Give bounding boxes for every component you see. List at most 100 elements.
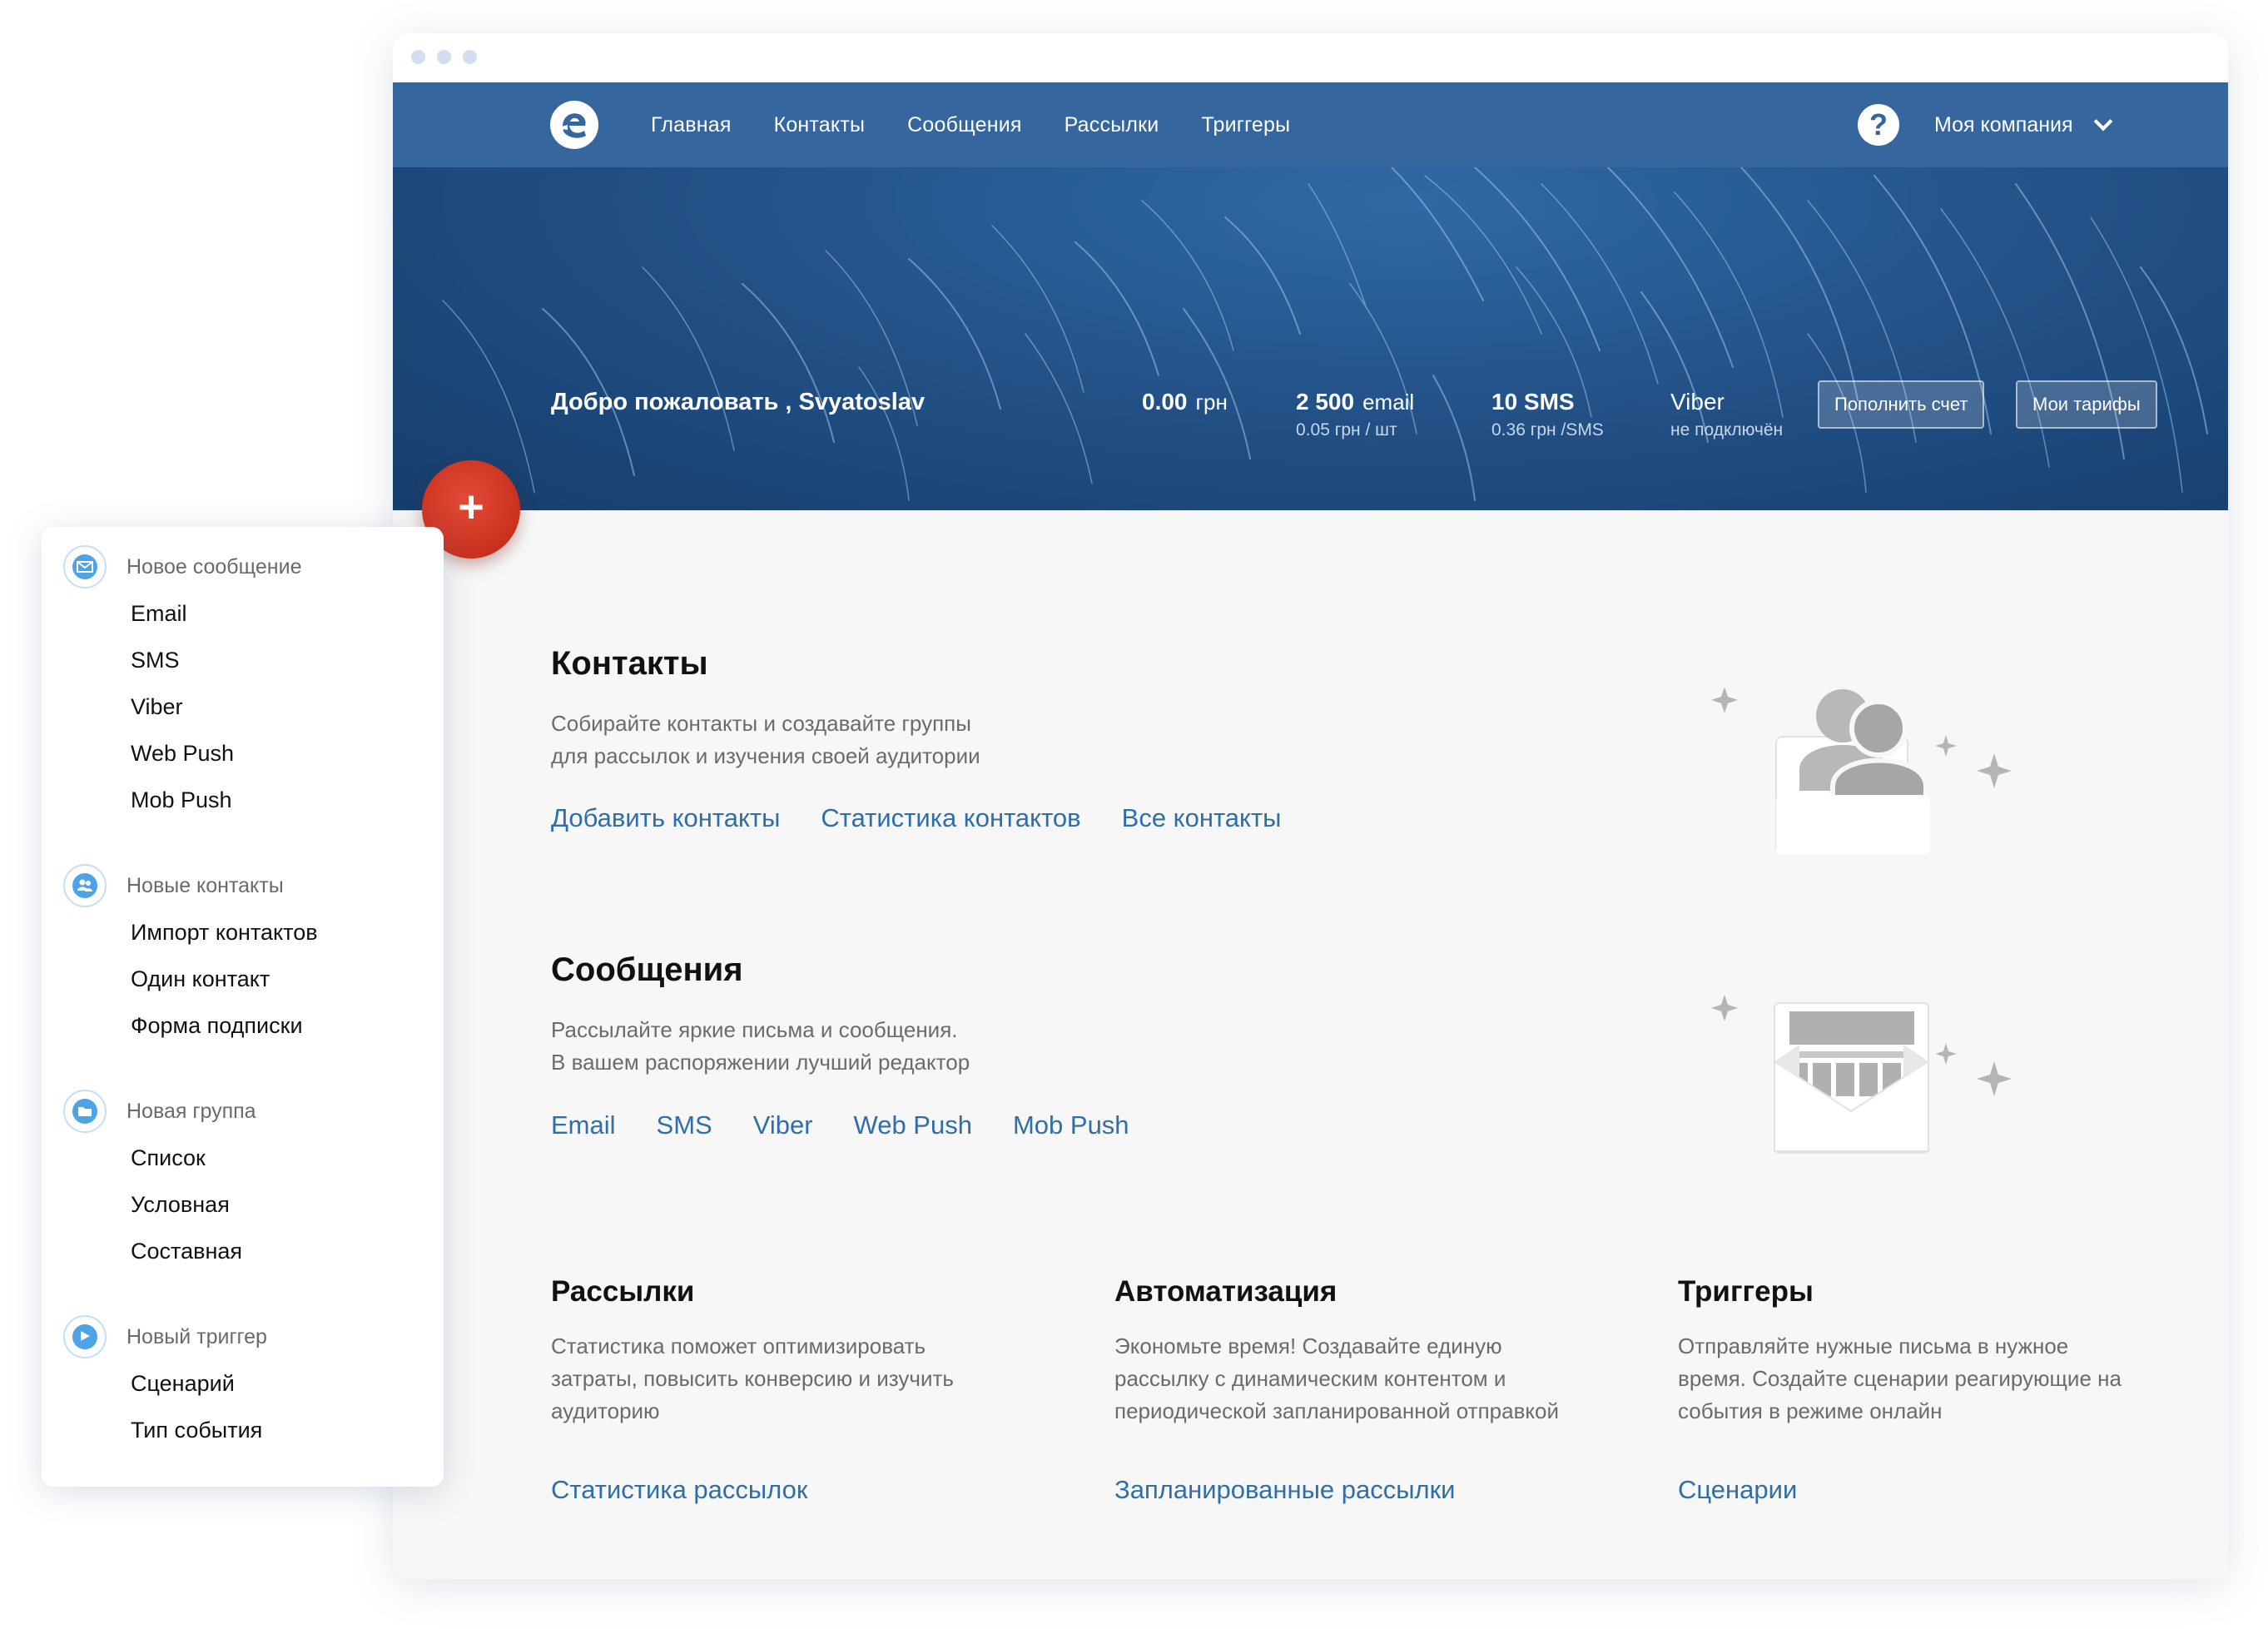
tariffs-button[interactable]: Мои тарифы [2016, 380, 2157, 429]
menu-item-single-contact[interactable]: Один контакт [131, 956, 444, 1002]
company-dropdown[interactable]: Моя компания [1934, 82, 2112, 167]
sms-stat: 10 SMS 0.36 грн /SMS [1491, 389, 1604, 440]
company-label: Моя компания [1934, 112, 2073, 137]
menu-group-contacts: Новые контакты Импорт контактов Один кон… [42, 862, 444, 1049]
campaigns-links: Статистика рассылок [551, 1475, 807, 1505]
email-unit: email [1362, 390, 1415, 415]
messages-desc-line: Рассылайте яркие письма и сообщения. [551, 1017, 958, 1042]
window-dot[interactable] [463, 50, 477, 64]
menu-item-mobpush[interactable]: Mob Push [131, 777, 444, 823]
window-dot[interactable] [411, 50, 425, 64]
contacts-title: Контакты [551, 645, 708, 682]
email-count: 2 500 [1296, 389, 1355, 415]
campaigns-title: Рассылки [551, 1275, 695, 1308]
triggers-description: Отправляйте нужные письма в нужное время… [1678, 1330, 2122, 1428]
campaigns-desc-line: аудиторию [551, 1398, 660, 1423]
menu-group-trigger: Новый триггер Сценарий Тип события [42, 1314, 444, 1453]
menu-group-header[interactable]: Новые контакты [42, 862, 444, 909]
hero-banner: Добро пожаловать , Svyatoslav 0.00 грн 2 … [393, 167, 2228, 510]
contacts-desc-line: для рассылок и изучения своей аудитории [551, 743, 980, 768]
users-icon [63, 864, 107, 907]
contacts-desc-line: Собирайте контакты и создавайте группы [551, 711, 971, 736]
campaign-stats-link[interactable]: Статистика рассылок [551, 1475, 807, 1505]
message-viber-link[interactable]: Viber [753, 1110, 813, 1140]
scenarios-link[interactable]: Сценарии [1678, 1475, 1797, 1505]
menu-group-message: Новое сообщение Email SMS Viber Web Push… [42, 544, 444, 823]
automation-title: Автоматизация [1114, 1275, 1337, 1308]
automation-links: Запланированные рассылки [1114, 1475, 1455, 1505]
sms-price: 0.36 грн /SMS [1491, 420, 1604, 440]
messages-title: Сообщения [551, 951, 743, 988]
balance-stat: 0.00 грн [1142, 389, 1228, 415]
email-price: 0.05 грн / шт [1296, 420, 1397, 440]
folder-icon [63, 1090, 107, 1133]
messages-desc-line: В вашем распоряжении лучший редактор [551, 1050, 970, 1075]
menu-group-header[interactable]: Новая группа [42, 1088, 444, 1135]
envelope-illustration-icon [1711, 995, 2012, 1154]
logo-icon[interactable] [549, 100, 599, 150]
menu-item-subscribe-form[interactable]: Форма подписки [131, 1002, 444, 1049]
nav-messages[interactable]: Сообщения [907, 113, 1021, 137]
chevron-down-icon [2093, 112, 2112, 132]
campaigns-desc-line: затраты, повысить конверсию и изучить [551, 1366, 954, 1391]
topup-button[interactable]: Пополнить счет [1818, 380, 1985, 429]
menu-item-viber[interactable]: Viber [131, 683, 444, 730]
contacts-stats-link[interactable]: Статистика контактов [821, 803, 1080, 833]
window-controls [411, 50, 477, 64]
menu-item-event-type[interactable]: Тип события [131, 1407, 444, 1453]
nav-home[interactable]: Главная [651, 113, 732, 137]
menu-group-label: Новое сообщение [127, 554, 302, 579]
menu-item-conditional[interactable]: Условная [131, 1181, 444, 1228]
email-stat: 2 500 email 0.05 грн / шт [1296, 389, 1414, 440]
nav-campaigns[interactable]: Рассылки [1065, 113, 1159, 137]
automation-desc-line: рассылку с динамическим контентом и [1114, 1366, 1506, 1391]
flag-icon [63, 1315, 107, 1358]
campaigns-desc-line: Статистика поможет оптимизировать [551, 1333, 926, 1358]
nav-contacts[interactable]: Контакты [774, 113, 866, 137]
menu-item-sms[interactable]: SMS [131, 637, 444, 683]
star-trails-background [442, 167, 2208, 501]
top-navbar: Главная Контакты Сообщения Рассылки Триг… [393, 82, 2228, 167]
add-contacts-link[interactable]: Добавить контакты [551, 803, 780, 833]
triggers-title: Триггеры [1678, 1275, 1814, 1308]
contacts-links: Добавить контакты Статистика контактов В… [551, 803, 1281, 833]
viber-status: не подключён [1670, 420, 1784, 440]
scheduled-campaigns-link[interactable]: Запланированные рассылки [1114, 1475, 1455, 1505]
menu-item-composite[interactable]: Составная [131, 1228, 444, 1274]
balance-unit: грн [1195, 390, 1228, 415]
main-nav: Главная Контакты Сообщения Рассылки Триг… [651, 82, 1290, 167]
messages-description: Рассылайте яркие письма и сообщения. В в… [551, 1014, 970, 1079]
automation-desc-line: периодической запланированной отправкой [1114, 1398, 1560, 1423]
window-titlebar [393, 33, 2228, 82]
menu-group-header[interactable]: Новое сообщение [42, 544, 444, 590]
viber-stat: Viber не подключён [1670, 389, 1783, 440]
envelope-icon [63, 545, 107, 589]
triggers-desc-line: Отправляйте нужные письма в нужное [1678, 1333, 2069, 1358]
menu-group-label: Новая группа [127, 1099, 256, 1123]
message-sms-link[interactable]: SMS [657, 1110, 712, 1140]
menu-item-email[interactable]: Email [131, 590, 444, 637]
viber-label: Viber [1670, 389, 1725, 415]
menu-item-scenario[interactable]: Сценарий [131, 1360, 444, 1407]
menu-item-list[interactable]: Список [131, 1135, 444, 1181]
triggers-links: Сценарии [1678, 1475, 1797, 1505]
message-email-link[interactable]: Email [551, 1110, 616, 1140]
create-menu: Новое сообщение Email SMS Viber Web Push… [42, 527, 444, 1487]
menu-group-header[interactable]: Новый триггер [42, 1314, 444, 1360]
menu-item-webpush[interactable]: Web Push [131, 730, 444, 777]
nav-triggers[interactable]: Триггеры [1201, 113, 1290, 137]
triggers-desc-line: время. Создайте сценарии реагирующие на [1678, 1366, 2122, 1391]
menu-group-label: Новый триггер [127, 1324, 267, 1348]
menu-group-label: Новые контакты [127, 873, 284, 897]
message-mobpush-link[interactable]: Mob Push [1013, 1110, 1129, 1140]
help-icon[interactable]: ? [1858, 104, 1899, 146]
automation-desc-line: Экономьте время! Создавайте единую [1114, 1333, 1502, 1358]
contacts-illustration-icon [1711, 687, 2012, 855]
menu-item-import-contacts[interactable]: Импорт контактов [131, 909, 444, 956]
welcome-text: Добро пожаловать , Svyatoslav [551, 389, 926, 415]
campaigns-description: Статистика поможет оптимизировать затрат… [551, 1330, 954, 1428]
all-contacts-link[interactable]: Все контакты [1122, 803, 1282, 833]
message-webpush-link[interactable]: Web Push [854, 1110, 972, 1140]
automation-description: Экономьте время! Создавайте единую рассы… [1114, 1330, 1559, 1428]
window-dot[interactable] [437, 50, 451, 64]
